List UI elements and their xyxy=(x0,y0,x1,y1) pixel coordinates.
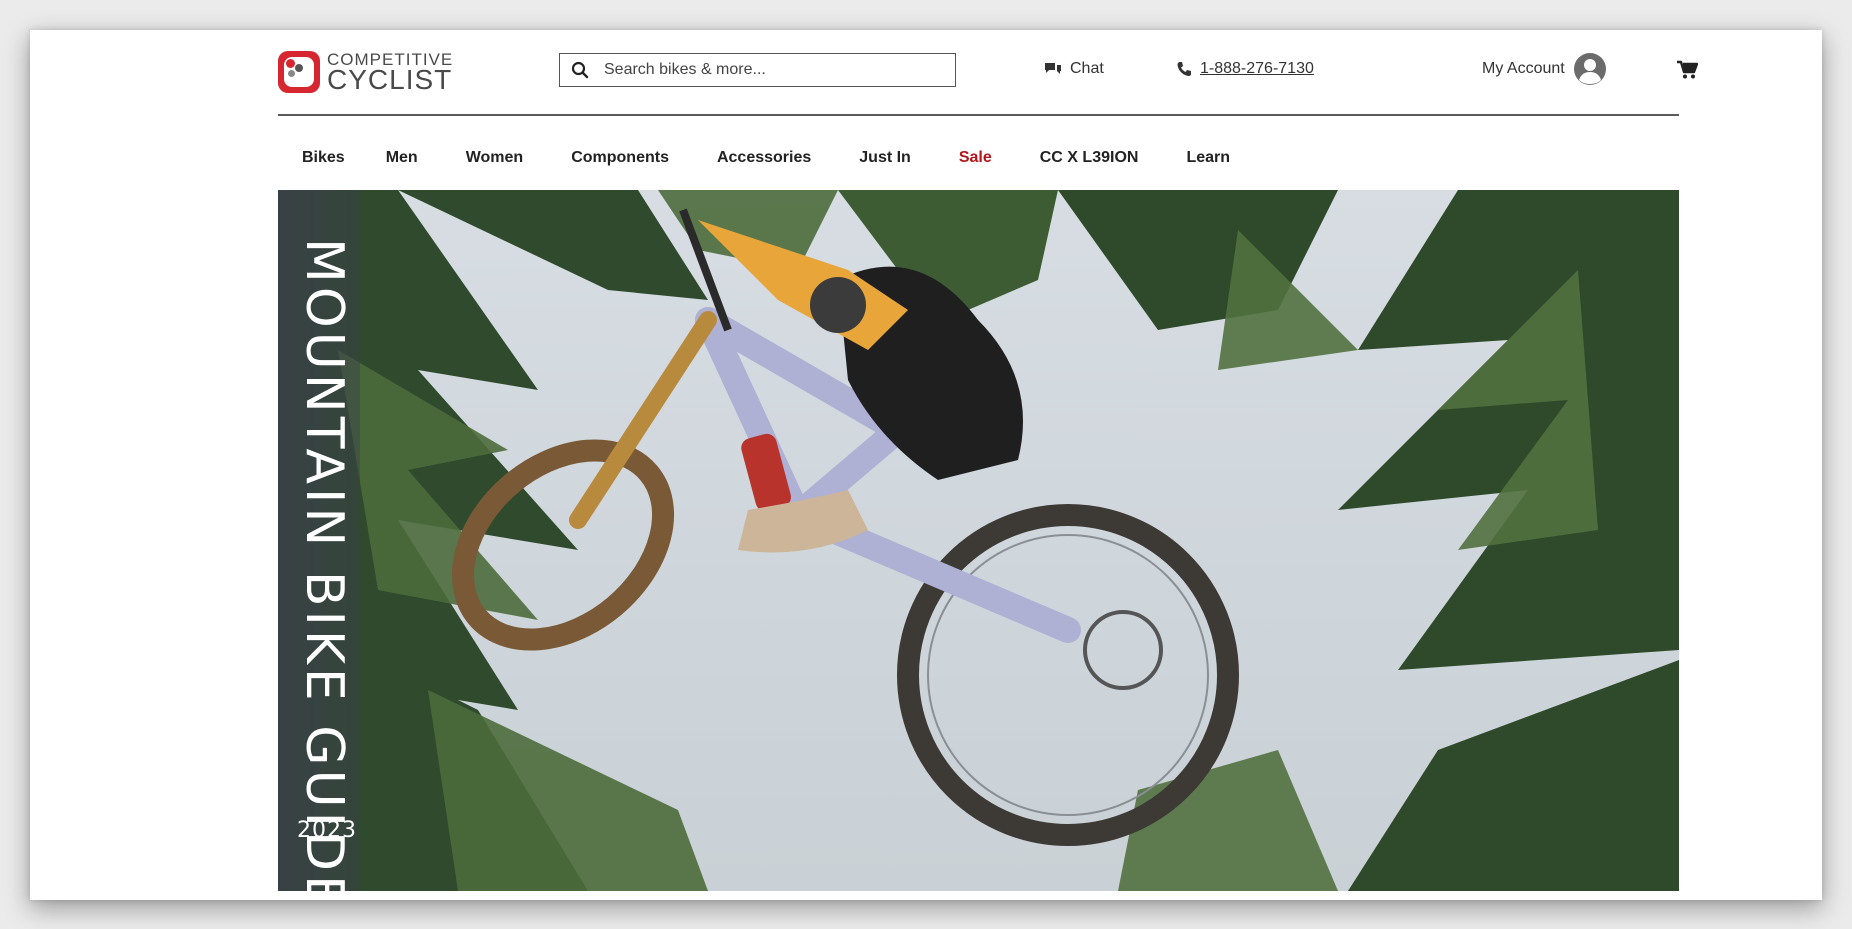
phone-number[interactable]: 1-888-276-7130 xyxy=(1200,60,1314,78)
hero-image xyxy=(278,190,1679,891)
nav-item-women[interactable]: Women xyxy=(466,116,523,167)
browser-window: COMPETITIVE CYCLIST Chat xyxy=(30,30,1822,900)
site-logo[interactable]: COMPETITIVE CYCLIST xyxy=(278,49,453,95)
chat-label: Chat xyxy=(1070,60,1104,77)
search-input[interactable] xyxy=(600,55,955,85)
nav-item-just-in[interactable]: Just In xyxy=(859,116,911,167)
nav-item-learn[interactable]: Learn xyxy=(1186,116,1230,167)
search-box xyxy=(559,53,956,87)
account-label: My Account xyxy=(1482,60,1565,77)
account-link[interactable]: My Account xyxy=(1482,52,1607,86)
phone-icon xyxy=(1176,61,1192,77)
nav-item-men[interactable]: Men xyxy=(386,116,418,167)
nav-item-bikes[interactable]: Bikes xyxy=(302,116,345,167)
nav-item-cc-x-l39ion[interactable]: CC X L39ION xyxy=(1040,116,1139,167)
site-header: COMPETITIVE CYCLIST Chat xyxy=(278,30,1698,116)
nav-item-sale[interactable]: Sale xyxy=(959,116,992,167)
logo-mark-icon xyxy=(278,51,320,93)
account-icon xyxy=(1573,52,1607,86)
nav-item-components[interactable]: Components xyxy=(571,116,669,167)
chat-link[interactable]: Chat xyxy=(1044,60,1104,78)
search-icon[interactable] xyxy=(560,53,600,87)
hero-year: 2023 xyxy=(297,818,357,843)
hero-title: MOUNTAIN BIKE GUIDE xyxy=(294,238,354,891)
hero-banner[interactable]: MOUNTAIN BIKE GUIDE 2023 xyxy=(278,190,1679,891)
phone-link[interactable]: 1-888-276-7130 xyxy=(1176,60,1314,78)
logo-text-bottom: CYCLIST xyxy=(327,63,453,95)
chat-icon xyxy=(1044,61,1062,77)
nav-item-accessories[interactable]: Accessories xyxy=(717,116,811,167)
cart-icon[interactable] xyxy=(1676,60,1698,80)
